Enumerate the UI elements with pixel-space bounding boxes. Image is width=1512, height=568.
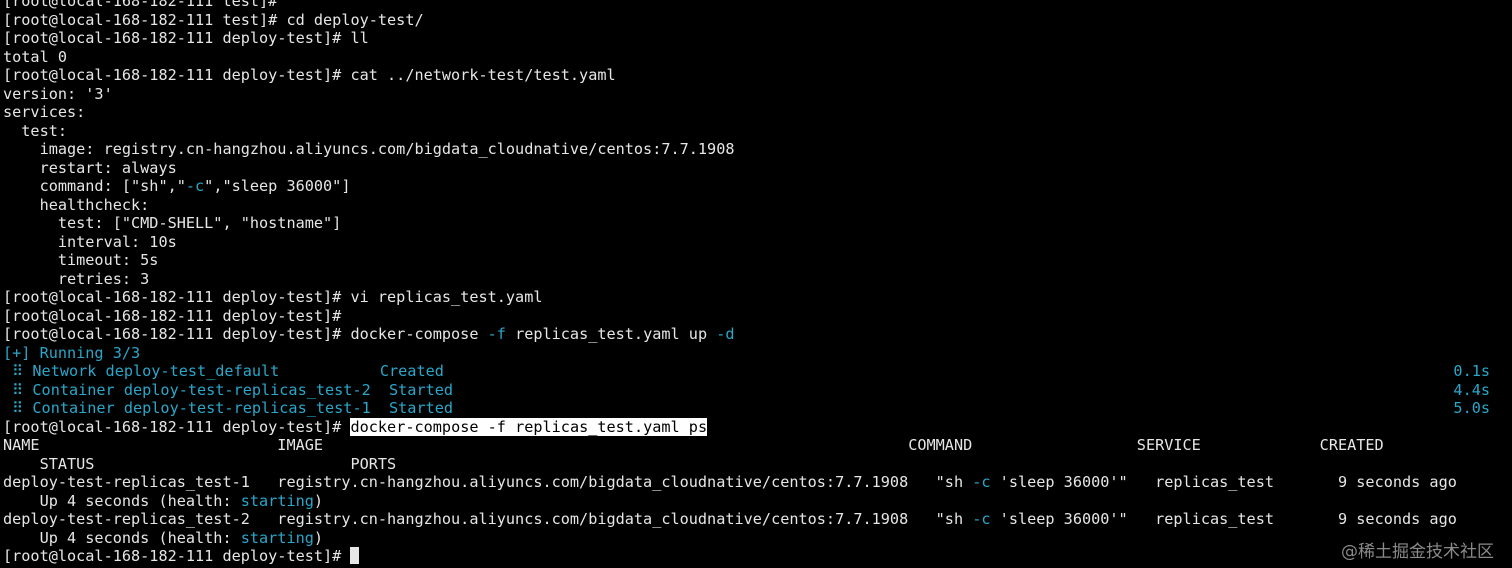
terminal-line: Up 4 seconds (health: starting): [3, 492, 1508, 511]
terminal-line: [+] Running 3/3: [3, 344, 1508, 363]
terminal-line: deploy-test-replicas_test-2 registry.cn-…: [3, 510, 1508, 529]
terminal-line: interval: 10s: [3, 233, 1508, 252]
terminal-text: ): [313, 528, 324, 547]
terminal-text: version: '3': [3, 84, 113, 103]
terminal-line: [root@local-168-182-111 deploy-test]#: [3, 547, 1508, 566]
watermark: @稀土掘金技术社区: [1341, 542, 1494, 562]
terminal-line: [root@local-168-182-111 test]#: [3, 0, 1508, 11]
terminal-line: NAME IMAGE COMMAND SERVICE CREATED: [3, 436, 1508, 455]
terminal-text: STATUS PORTS: [3, 454, 397, 473]
terminal-text: [root@local-168-182-111 test]#: [3, 0, 278, 10]
terminal-text: [root@local-168-182-111 deploy-test]# do…: [3, 325, 488, 343]
terminal-line: test:: [3, 122, 1508, 141]
terminal-line: timeout: 5s: [3, 251, 1508, 270]
terminal-text: timeout: 5s: [3, 251, 159, 269]
terminal-text: ⠿ Network deploy-test_default Created: [3, 362, 444, 380]
terminal-text: total 0: [3, 47, 68, 66]
terminal-text: [root@local-168-182-111 deploy-test]# ll: [3, 29, 369, 47]
terminal-line: Up 4 seconds (health: starting): [3, 529, 1508, 548]
terminal-line: [root@local-168-182-111 deploy-test]# ca…: [3, 66, 1508, 85]
terminal-text: services:: [3, 103, 86, 121]
terminal-line: ⠿ Container deploy-test-replicas_test-1 …: [3, 399, 1508, 418]
terminal-line: command: ["sh","-c","sleep 36000"]: [3, 177, 1508, 196]
terminal-output[interactable]: [root@local-168-182-111 test]# [root@loca…: [3, 0, 1508, 566]
terminal-text: [root@local-168-182-111 deploy-test]# ca…: [3, 66, 616, 84]
terminal-line: version: '3': [3, 85, 1508, 104]
terminal-line: image: registry.cn-hangzhou.aliyuncs.com…: [3, 140, 1508, 159]
cursor-block: [350, 547, 360, 564]
terminal-text: -c: [972, 510, 991, 528]
terminal-text: starting: [240, 528, 314, 547]
terminal-line: [root@local-168-182-111 test]# cd deploy…: [3, 11, 1508, 30]
duration-label: 4.4s: [1453, 380, 1490, 399]
terminal-text: -d: [716, 325, 735, 343]
terminal-text: ): [313, 491, 324, 510]
terminal-text: ","sleep 36000"]: [204, 177, 351, 195]
terminal-line: [root@local-168-182-111 deploy-test]# do…: [3, 417, 1508, 437]
terminal-text: [+] Running 3/3: [3, 343, 141, 362]
terminal-line: [root@local-168-182-111 deploy-test]# vi…: [3, 288, 1508, 307]
terminal-text: interval: 10s: [3, 232, 177, 251]
terminal-line: [root@local-168-182-111 deploy-test]# do…: [3, 325, 1508, 344]
terminal-text: -f: [487, 325, 506, 343]
duration-label: 5.0s: [1453, 399, 1490, 417]
terminal-text: [root@local-168-182-111 deploy-test]#: [3, 417, 342, 436]
terminal-line: ⠿ Container deploy-test-replicas_test-2 …: [3, 381, 1508, 400]
terminal-text: [root@local-168-182-111 deploy-test]#: [3, 306, 342, 325]
terminal-text: healthcheck:: [3, 195, 150, 214]
terminal-text: test:: [3, 121, 68, 140]
terminal-text: -c: [972, 473, 991, 491]
terminal-line: restart: always: [3, 159, 1508, 178]
terminal-text: deploy-test-replicas_test-2 registry.cn-…: [3, 510, 973, 528]
selected-text: docker-compose: [350, 417, 488, 436]
terminal-text: [root@local-168-182-111 deploy-test]# vi…: [3, 288, 543, 306]
terminal-text: retries: 3: [3, 269, 150, 288]
terminal-line: total 0: [3, 48, 1508, 67]
terminal-text: replicas_test.yaml up: [505, 325, 717, 343]
duration-label: 0.1s: [1453, 362, 1490, 380]
terminal-text: 'sleep 36000'" replicas_test 9 seconds a…: [990, 473, 1457, 491]
terminal-text: image: registry.cn-hangzhou.aliyuncs.com…: [3, 140, 735, 158]
terminal-text: [root@local-168-182-111 test]# cd deploy…: [3, 10, 424, 29]
terminal-line: services:: [3, 103, 1508, 122]
terminal-text: deploy-test-replicas_test-1 registry.cn-…: [3, 473, 973, 491]
selected-text: replicas_test.yaml ps: [505, 417, 708, 436]
terminal-text: NAME IMAGE COMMAND SERVICE CREATED: [3, 436, 1384, 454]
terminal-text: restart: always: [3, 158, 177, 177]
terminal-line: retries: 3: [3, 270, 1508, 289]
terminal-line: ⠿ Network deploy-test_default Created 0.1…: [3, 362, 1508, 381]
terminal-line: deploy-test-replicas_test-1 registry.cn-…: [3, 473, 1508, 492]
terminal-line: [root@local-168-182-111 deploy-test]#: [3, 307, 1508, 326]
terminal-line: STATUS PORTS: [3, 455, 1508, 474]
terminal-text: -c: [185, 177, 205, 195]
terminal-line: test: ["CMD-SHELL", "hostname"]: [3, 214, 1508, 233]
terminal-text: 'sleep 36000'" replicas_test 9 seconds a…: [990, 510, 1457, 528]
terminal-text: ⠿ Container deploy-test-replicas_test-1 …: [3, 399, 454, 417]
terminal-text: [root@local-168-182-111 deploy-test]#: [3, 547, 351, 565]
terminal-line: healthcheck:: [3, 196, 1508, 215]
terminal-text: starting: [240, 491, 314, 510]
terminal-text: test: ["CMD-SHELL", "hostname"]: [3, 214, 342, 232]
terminal-text: Up 4 seconds (health:: [3, 491, 241, 510]
terminal-text: Up 4 seconds (health:: [3, 528, 241, 547]
terminal-line: [root@local-168-182-111 deploy-test]# ll: [3, 29, 1508, 48]
terminal-text: command: ["sh",": [3, 177, 186, 195]
selected-text: -f: [487, 417, 506, 436]
terminal-text: ⠿ Container deploy-test-replicas_test-2 …: [3, 380, 454, 399]
